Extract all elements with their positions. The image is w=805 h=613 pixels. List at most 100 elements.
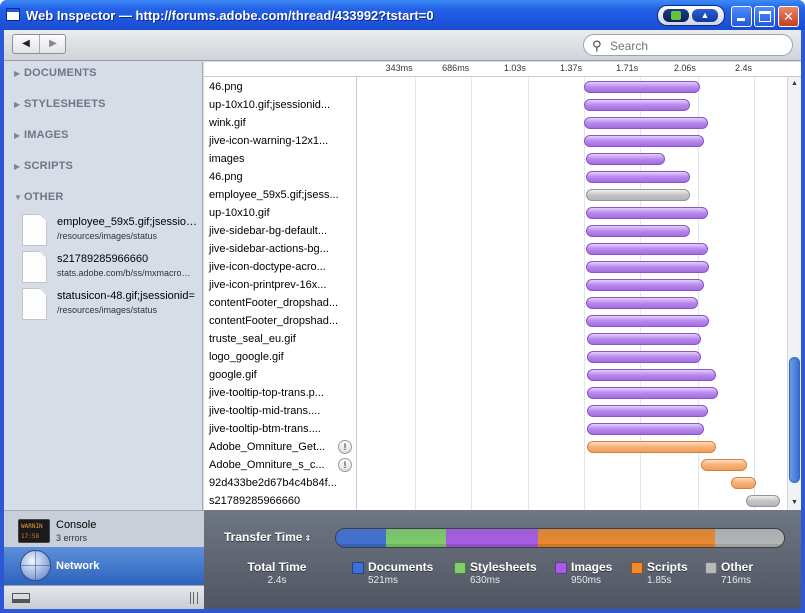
- warning-icon[interactable]: !: [338, 440, 352, 454]
- timeline-bar-images[interactable]: [584, 81, 700, 93]
- resource-row-name[interactable]: jive-icon-warning-12x1...: [204, 132, 357, 150]
- maximize-button[interactable]: [754, 6, 775, 27]
- back-button[interactable]: ◀: [13, 35, 39, 53]
- resource-row-name[interactable]: contentFooter_dropshad...: [204, 312, 357, 330]
- disclosure-triangle-icon[interactable]: ▶: [14, 162, 24, 171]
- window-title: Web Inspector — http://forums.adobe.com/…: [26, 8, 434, 23]
- disclosure-triangle-icon[interactable]: ▶: [14, 100, 24, 109]
- close-button[interactable]: ✕: [778, 6, 799, 27]
- resource-row-name[interactable]: jive-icon-doctype-acro...: [204, 258, 357, 276]
- timeline-bar-images[interactable]: [585, 171, 690, 183]
- title-bar[interactable]: Web Inspector — http://forums.adobe.com/…: [0, 0, 805, 30]
- resource-row-name[interactable]: 46.png: [204, 78, 357, 96]
- scroll-thumb[interactable]: [789, 357, 800, 483]
- resource-row-name[interactable]: jive-tooltip-mid-trans....: [204, 402, 357, 420]
- timeline-bar-scripts[interactable]: [587, 441, 717, 453]
- timeline-bar-other[interactable]: [745, 495, 781, 507]
- timeline-bar-images[interactable]: [585, 207, 708, 219]
- resize-grip-icon[interactable]: [190, 592, 198, 604]
- resource-path: stats.adobe.com/b/ss/mxmacromedia: [57, 268, 198, 278]
- timeline-bar-images[interactable]: [587, 369, 717, 381]
- title-tray[interactable]: ▲: [657, 5, 725, 26]
- timeline-bar-images[interactable]: [584, 135, 705, 147]
- resource-row-name[interactable]: up-10x10.gif;jsessionid...: [204, 96, 357, 114]
- status-strip: [4, 585, 204, 609]
- sidebar-resource-item[interactable]: statusicon-48.gif;jsessionid= /resources…: [22, 286, 198, 322]
- resource-row-name[interactable]: jive-sidebar-actions-bg...: [204, 240, 357, 258]
- resource-row-name[interactable]: wink.gif: [204, 114, 357, 132]
- sidebar-resource-item[interactable]: employee_59x5.gif;jsessionid= /resources…: [22, 212, 198, 248]
- resource-path: /resources/images/status: [57, 231, 158, 241]
- search-icon: ⚲: [592, 38, 602, 53]
- resource-row-name[interactable]: jive-tooltip-btm-trans....: [204, 420, 357, 438]
- resource-row-name[interactable]: truste_seal_eu.gif: [204, 330, 357, 348]
- resource-row-name[interactable]: jive-tooltip-top-trans.p...: [204, 384, 357, 402]
- resource-row-name[interactable]: jive-sidebar-bg-default...: [204, 222, 357, 240]
- graph-segment-other: [715, 529, 784, 547]
- timeline-bar-images[interactable]: [585, 261, 710, 273]
- resource-row-name[interactable]: Adobe_Omniture_s_c...!: [204, 456, 357, 474]
- section-images[interactable]: ▶ IMAGES: [14, 129, 69, 145]
- timeline-bar-images[interactable]: [585, 243, 708, 255]
- forward-button[interactable]: ▶: [40, 35, 66, 53]
- dock-icon[interactable]: [12, 593, 30, 603]
- transfer-time-selector[interactable]: Transfer Time ⇕: [224, 530, 311, 544]
- timeline-bar-images[interactable]: [584, 117, 708, 129]
- resource-row-name[interactable]: google.gif: [204, 366, 357, 384]
- console-panel-item[interactable]: WARNIN 17:58 Console 3 errors: [4, 510, 204, 547]
- resource-row-name[interactable]: logo_google.gif: [204, 348, 357, 366]
- section-other[interactable]: ▼ OTHER: [14, 191, 64, 207]
- graph-segment-images: [446, 529, 538, 547]
- timeline-tick-label: 1.71s: [616, 63, 639, 73]
- resource-row-name[interactable]: images: [204, 150, 357, 168]
- resource-row-name[interactable]: 46.png: [204, 168, 357, 186]
- timeline-bar-other[interactable]: [585, 189, 690, 201]
- section-scripts[interactable]: ▶ SCRIPTS: [14, 160, 73, 176]
- gpu-icon[interactable]: [663, 9, 689, 22]
- sidebar-resource-item[interactable]: s21789285966660 stats.adobe.com/b/ss/mxm…: [22, 249, 198, 285]
- disclosure-triangle-icon[interactable]: ▶: [14, 131, 24, 140]
- timeline-bar-images[interactable]: [587, 423, 705, 435]
- legend-value: 521ms: [368, 575, 399, 586]
- search-box[interactable]: ⚲: [583, 34, 793, 56]
- timeline-bar-images[interactable]: [587, 333, 702, 345]
- resource-row-name[interactable]: Adobe_Omniture_Get...!: [204, 438, 357, 456]
- timeline-bar-images[interactable]: [587, 387, 718, 399]
- warning-icon[interactable]: !: [338, 458, 352, 472]
- resource-row-name[interactable]: jive-icon-printprev-16x...: [204, 276, 357, 294]
- scroll-down-icon[interactable]: ▼: [788, 496, 801, 510]
- resource-path: /resources/images/status: [57, 305, 158, 315]
- timeline-bar-images[interactable]: [585, 315, 710, 327]
- console-icon: WARNIN 17:58: [18, 519, 50, 543]
- legend-value: 1.85s: [647, 575, 672, 586]
- timeline-bar-images[interactable]: [585, 153, 665, 165]
- timeline-bar-images[interactable]: [587, 405, 708, 417]
- section-documents[interactable]: ▶ DOCUMENTS: [14, 67, 97, 83]
- resource-row-name[interactable]: contentFooter_dropshad...: [204, 294, 357, 312]
- tray-eject-icon[interactable]: ▲: [692, 9, 718, 22]
- resource-row-name[interactable]: 92d433be2d67b4c4b84f...: [204, 474, 357, 492]
- resource-row-name[interactable]: s21789285966660: [204, 492, 357, 510]
- network-panel-item[interactable]: Network: [4, 547, 204, 585]
- timeline-bar-scripts[interactable]: [701, 459, 748, 471]
- vertical-scrollbar[interactable]: ▲ ▼: [787, 77, 801, 510]
- graph-segment-stylesheets: [386, 529, 447, 547]
- minimize-button[interactable]: [731, 6, 752, 27]
- timeline-bar-images[interactable]: [585, 297, 698, 309]
- resource-row-name[interactable]: employee_59x5.gif;jsess...: [204, 186, 357, 204]
- timeline-bar-images[interactable]: [585, 279, 705, 291]
- disclosure-triangle-icon[interactable]: ▶: [14, 69, 24, 78]
- scroll-up-icon[interactable]: ▲: [788, 77, 801, 91]
- timeline-gridline: [471, 62, 473, 510]
- disclosure-triangle-icon[interactable]: ▼: [14, 193, 24, 202]
- section-stylesheets[interactable]: ▶ STYLESHEETS: [14, 98, 106, 114]
- document-icon: [22, 288, 47, 320]
- resource-row-name[interactable]: up-10x10.gif: [204, 204, 357, 222]
- timeline-bar-images[interactable]: [587, 351, 702, 363]
- timeline-tick-label: 686ms: [442, 63, 470, 73]
- sidebar: ▶ DOCUMENTS ▶ STYLESHEETS ▶ IMAGES ▶ SCRIPTS…: [4, 62, 203, 510]
- timeline-bar-images[interactable]: [584, 99, 690, 111]
- search-input[interactable]: [610, 38, 785, 53]
- timeline-bar-scripts[interactable]: [730, 477, 756, 489]
- timeline-bar-images[interactable]: [585, 225, 690, 237]
